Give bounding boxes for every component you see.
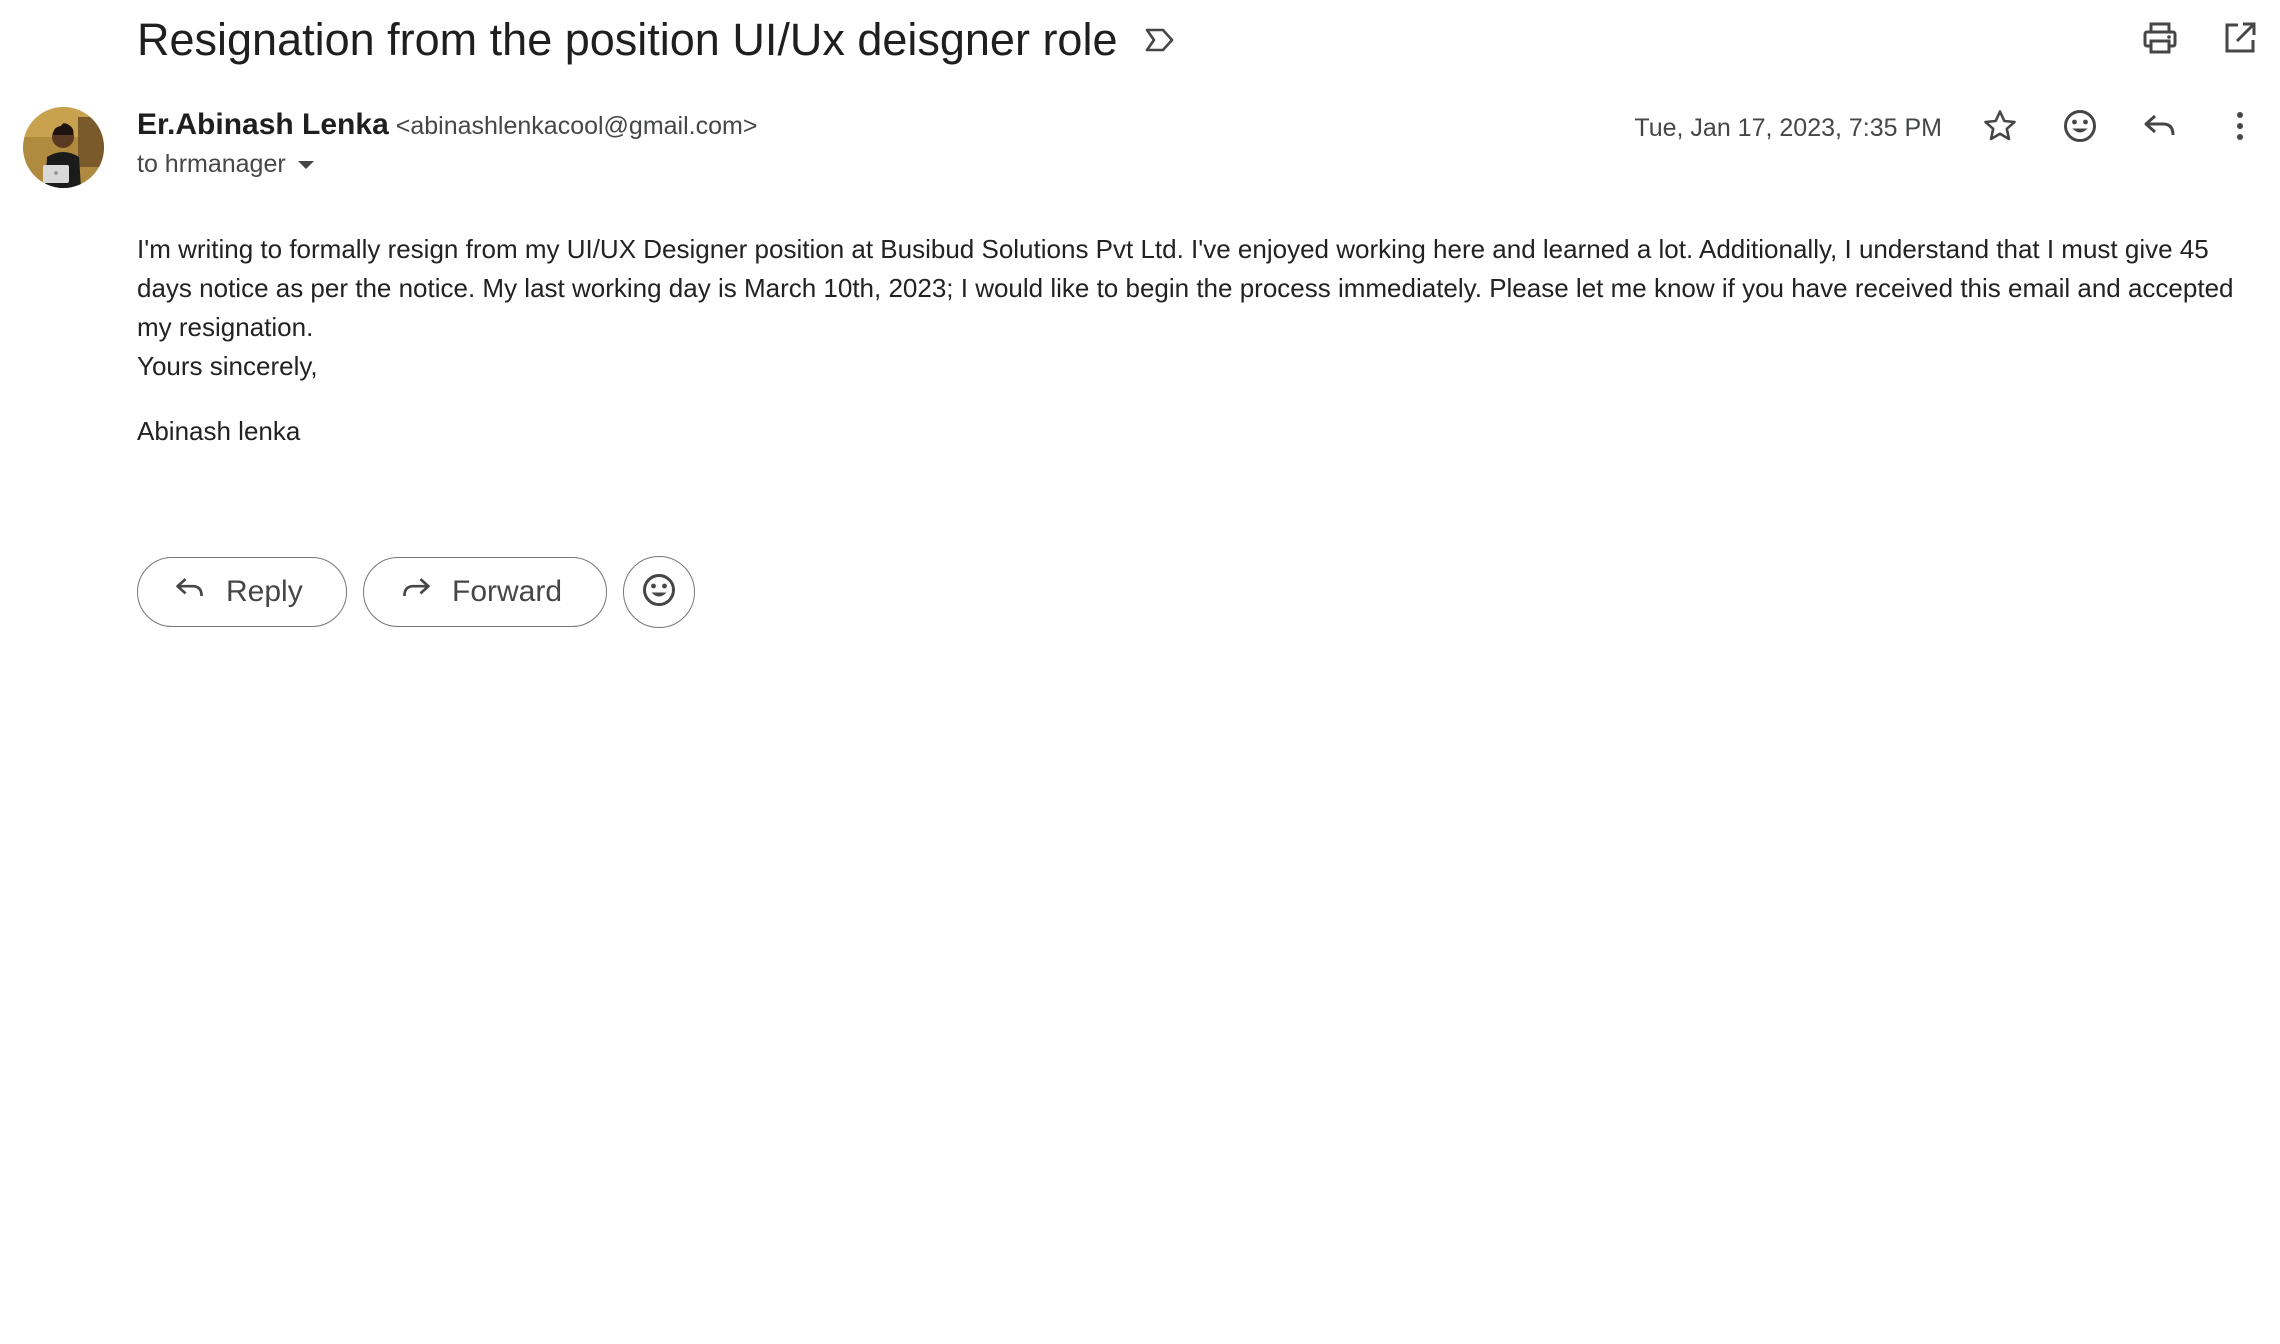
open-in-new-window-icon	[2222, 20, 2258, 61]
more-vert-icon	[2222, 108, 2258, 149]
star-icon	[1982, 108, 2018, 149]
reply-icon	[174, 572, 206, 612]
email-date: Tue, Jan 17, 2023, 7:35 PM	[1634, 113, 1942, 142]
forward-label: Forward	[452, 575, 563, 608]
print-icon	[2142, 20, 2178, 61]
body-signature: Abinash lenka	[137, 416, 301, 446]
recipient-details-toggle[interactable]: to hrmanager	[137, 150, 757, 179]
top-actions	[2120, 16, 2280, 64]
avatar[interactable]	[23, 107, 104, 188]
reply-actions: Reply Forward	[137, 556, 695, 628]
emoji-reaction-icon	[2062, 108, 2098, 149]
body-closing: Yours sincerely,	[137, 351, 318, 381]
label-icon[interactable]	[1142, 22, 1178, 58]
emoji-reaction-icon	[641, 572, 677, 613]
print-button[interactable]	[2120, 16, 2200, 64]
emoji-reaction-button[interactable]	[623, 556, 695, 628]
sender-name[interactable]: Er.Abinash Lenka	[137, 108, 389, 142]
sender-block: Er.Abinash Lenka <abinashlenkacool@gmail…	[137, 108, 757, 179]
open-in-new-window-button[interactable]	[2200, 16, 2280, 64]
chevron-down-icon	[297, 160, 314, 169]
add-reaction-button[interactable]	[2040, 104, 2120, 152]
reply-label: Reply	[226, 575, 303, 608]
email-body: I'm writing to formally resign from my U…	[137, 230, 2257, 451]
reply-icon	[2142, 108, 2178, 149]
email-subject: Resignation from the position UI/Ux deis…	[137, 14, 1118, 65]
star-button[interactable]	[1960, 104, 2040, 152]
recipient-text: to hrmanager	[137, 150, 286, 178]
sender-line: Er.Abinash Lenka <abinashlenkacool@gmail…	[137, 108, 757, 142]
subject-row: Resignation from the position UI/Ux deis…	[137, 8, 1178, 72]
forward-icon	[400, 572, 432, 612]
sender-email: <abinashlenkacool@gmail.com>	[395, 112, 758, 140]
reply-pill-button[interactable]: Reply	[137, 557, 347, 627]
body-paragraph: I'm writing to formally resign from my U…	[137, 234, 2234, 342]
message-meta-row: Tue, Jan 17, 2023, 7:35 PM	[1634, 104, 2280, 152]
more-options-button[interactable]	[2200, 104, 2280, 152]
forward-pill-button[interactable]: Forward	[363, 557, 607, 627]
reply-button[interactable]	[2120, 104, 2200, 152]
